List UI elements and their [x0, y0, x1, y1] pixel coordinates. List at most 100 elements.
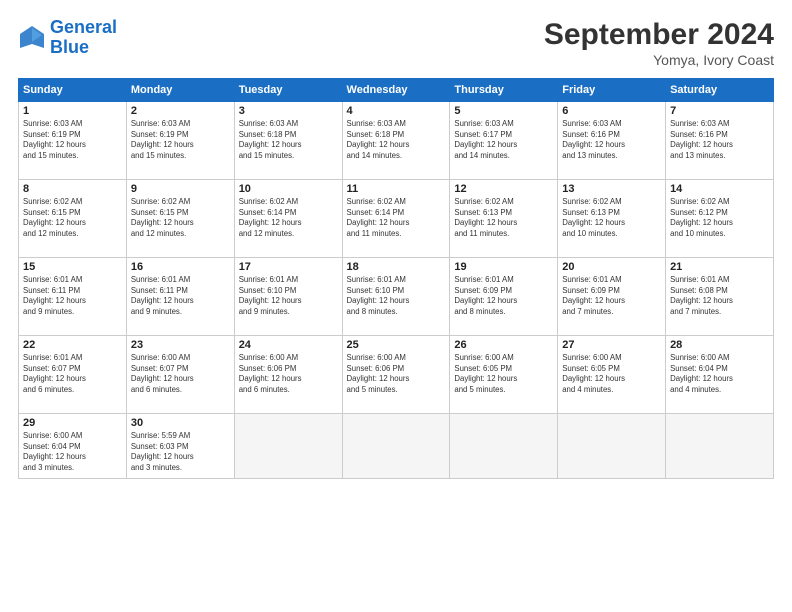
day-info: Sunrise: 6:01 AM Sunset: 6:09 PM Dayligh…	[562, 275, 661, 317]
day-number: 13	[562, 183, 661, 195]
header-wednesday: Wednesday	[342, 79, 450, 102]
day-info: Sunrise: 6:03 AM Sunset: 6:16 PM Dayligh…	[670, 119, 769, 161]
table-row: 26 Sunrise: 6:00 AM Sunset: 6:05 PM Dayli…	[450, 336, 558, 414]
day-number: 27	[562, 339, 661, 351]
day-number: 24	[239, 339, 338, 351]
header-tuesday: Tuesday	[234, 79, 342, 102]
day-number: 30	[131, 417, 230, 429]
day-info: Sunrise: 6:02 AM Sunset: 6:15 PM Dayligh…	[131, 197, 230, 239]
header-saturday: Saturday	[666, 79, 774, 102]
table-row: 13 Sunrise: 6:02 AM Sunset: 6:13 PM Dayli…	[558, 180, 666, 258]
location-subtitle: Yomya, Ivory Coast	[544, 52, 774, 68]
day-info: Sunrise: 6:00 AM Sunset: 6:04 PM Dayligh…	[23, 431, 122, 473]
day-info: Sunrise: 6:00 AM Sunset: 6:07 PM Dayligh…	[131, 353, 230, 395]
day-info: Sunrise: 6:01 AM Sunset: 6:10 PM Dayligh…	[239, 275, 338, 317]
table-row: 1Sunrise: 6:03 AM Sunset: 6:19 PM Daylig…	[19, 102, 127, 180]
day-info: Sunrise: 6:00 AM Sunset: 6:06 PM Dayligh…	[239, 353, 338, 395]
table-row: 5 Sunrise: 6:03 AM Sunset: 6:17 PM Daylig…	[450, 102, 558, 180]
table-row: 28Sunrise: 6:00 AM Sunset: 6:04 PM Dayli…	[666, 336, 774, 414]
day-info: Sunrise: 6:00 AM Sunset: 6:05 PM Dayligh…	[562, 353, 661, 395]
table-row: 11 Sunrise: 6:02 AM Sunset: 6:14 PM Dayli…	[342, 180, 450, 258]
day-number: 18	[347, 261, 446, 273]
table-row	[234, 414, 342, 479]
day-number: 20	[562, 261, 661, 273]
table-row	[450, 414, 558, 479]
table-row: 3Sunrise: 6:03 AM Sunset: 6:18 PM Daylig…	[234, 102, 342, 180]
day-number: 3	[239, 105, 338, 117]
day-number: 23	[131, 339, 230, 351]
day-number: 28	[670, 339, 769, 351]
table-row: 8 Sunrise: 6:02 AM Sunset: 6:15 PM Daylig…	[19, 180, 127, 258]
table-row	[342, 414, 450, 479]
day-info: Sunrise: 6:00 AM Sunset: 6:05 PM Dayligh…	[454, 353, 553, 395]
table-row	[558, 414, 666, 479]
day-info: Sunrise: 6:02 AM Sunset: 6:14 PM Dayligh…	[347, 197, 446, 239]
day-info: Sunrise: 6:03 AM Sunset: 6:19 PM Dayligh…	[131, 119, 230, 161]
logo-icon	[18, 24, 46, 52]
table-row: 14 Sunrise: 6:02 AM Sunset: 6:12 PM Dayli…	[666, 180, 774, 258]
header-friday: Friday	[558, 79, 666, 102]
day-info: Sunrise: 6:01 AM Sunset: 6:08 PM Dayligh…	[670, 275, 769, 317]
day-number: 8	[23, 183, 122, 195]
table-row: 29 Sunrise: 6:00 AM Sunset: 6:04 PM Dayli…	[19, 414, 127, 479]
table-row: 25Sunrise: 6:00 AM Sunset: 6:06 PM Dayli…	[342, 336, 450, 414]
day-info: Sunrise: 6:01 AM Sunset: 6:07 PM Dayligh…	[23, 353, 122, 395]
table-row: 18 Sunrise: 6:01 AM Sunset: 6:10 PM Dayli…	[342, 258, 450, 336]
table-row: 23 Sunrise: 6:00 AM Sunset: 6:07 PM Dayli…	[126, 336, 234, 414]
logo-blue: Blue	[50, 37, 89, 57]
day-number: 17	[239, 261, 338, 273]
day-info: Sunrise: 6:03 AM Sunset: 6:19 PM Dayligh…	[23, 119, 122, 161]
day-number: 7	[670, 105, 769, 117]
page: General Blue September 2024 Yomya, Ivory…	[0, 0, 792, 612]
header: General Blue September 2024 Yomya, Ivory…	[18, 18, 774, 68]
day-info: Sunrise: 6:02 AM Sunset: 6:14 PM Dayligh…	[239, 197, 338, 239]
day-info: Sunrise: 6:02 AM Sunset: 6:15 PM Dayligh…	[23, 197, 122, 239]
day-info: Sunrise: 6:01 AM Sunset: 6:11 PM Dayligh…	[131, 275, 230, 317]
table-row: 24 Sunrise: 6:00 AM Sunset: 6:06 PM Dayli…	[234, 336, 342, 414]
table-row: 20 Sunrise: 6:01 AM Sunset: 6:09 PM Dayli…	[558, 258, 666, 336]
table-row: 6Sunrise: 6:03 AM Sunset: 6:16 PM Daylig…	[558, 102, 666, 180]
table-row: 2 Sunrise: 6:03 AM Sunset: 6:19 PM Daylig…	[126, 102, 234, 180]
table-row: 12Sunrise: 6:02 AM Sunset: 6:13 PM Dayli…	[450, 180, 558, 258]
day-number: 5	[454, 105, 553, 117]
day-info: Sunrise: 6:03 AM Sunset: 6:16 PM Dayligh…	[562, 119, 661, 161]
day-number: 2	[131, 105, 230, 117]
day-number: 22	[23, 339, 122, 351]
day-number: 26	[454, 339, 553, 351]
day-number: 9	[131, 183, 230, 195]
table-row: 4 Sunrise: 6:03 AM Sunset: 6:18 PM Daylig…	[342, 102, 450, 180]
day-number: 19	[454, 261, 553, 273]
day-info: Sunrise: 6:01 AM Sunset: 6:09 PM Dayligh…	[454, 275, 553, 317]
day-number: 16	[131, 261, 230, 273]
header-thursday: Thursday	[450, 79, 558, 102]
day-info: Sunrise: 6:02 AM Sunset: 6:13 PM Dayligh…	[562, 197, 661, 239]
day-info: Sunrise: 5:59 AM Sunset: 6:03 PM Dayligh…	[131, 431, 230, 473]
day-info: Sunrise: 6:03 AM Sunset: 6:17 PM Dayligh…	[454, 119, 553, 161]
header-sunday: Sunday	[19, 79, 127, 102]
table-row: 21 Sunrise: 6:01 AM Sunset: 6:08 PM Dayli…	[666, 258, 774, 336]
day-info: Sunrise: 6:02 AM Sunset: 6:13 PM Dayligh…	[454, 197, 553, 239]
day-number: 15	[23, 261, 122, 273]
logo-general: General	[50, 17, 117, 37]
table-row: 7 Sunrise: 6:03 AM Sunset: 6:16 PM Daylig…	[666, 102, 774, 180]
day-number: 21	[670, 261, 769, 273]
logo: General Blue	[18, 18, 117, 58]
table-row: 30 Sunrise: 5:59 AM Sunset: 6:03 PM Dayli…	[126, 414, 234, 479]
table-row: 22 Sunrise: 6:01 AM Sunset: 6:07 PM Dayli…	[19, 336, 127, 414]
day-number: 10	[239, 183, 338, 195]
weekday-header-row: Sunday Monday Tuesday Wednesday Thursday…	[19, 79, 774, 102]
title-block: September 2024 Yomya, Ivory Coast	[544, 18, 774, 68]
day-info: Sunrise: 6:01 AM Sunset: 6:10 PM Dayligh…	[347, 275, 446, 317]
month-title: September 2024	[544, 18, 774, 52]
day-number: 4	[347, 105, 446, 117]
day-info: Sunrise: 6:02 AM Sunset: 6:12 PM Dayligh…	[670, 197, 769, 239]
day-number: 11	[347, 183, 446, 195]
day-number: 25	[347, 339, 446, 351]
calendar-body: 1Sunrise: 6:03 AM Sunset: 6:19 PM Daylig…	[19, 102, 774, 479]
day-number: 14	[670, 183, 769, 195]
day-info: Sunrise: 6:01 AM Sunset: 6:11 PM Dayligh…	[23, 275, 122, 317]
day-info: Sunrise: 6:03 AM Sunset: 6:18 PM Dayligh…	[347, 119, 446, 161]
table-row: 15 Sunrise: 6:01 AM Sunset: 6:11 PM Dayli…	[19, 258, 127, 336]
table-row: 9 Sunrise: 6:02 AM Sunset: 6:15 PM Daylig…	[126, 180, 234, 258]
day-number: 29	[23, 417, 122, 429]
